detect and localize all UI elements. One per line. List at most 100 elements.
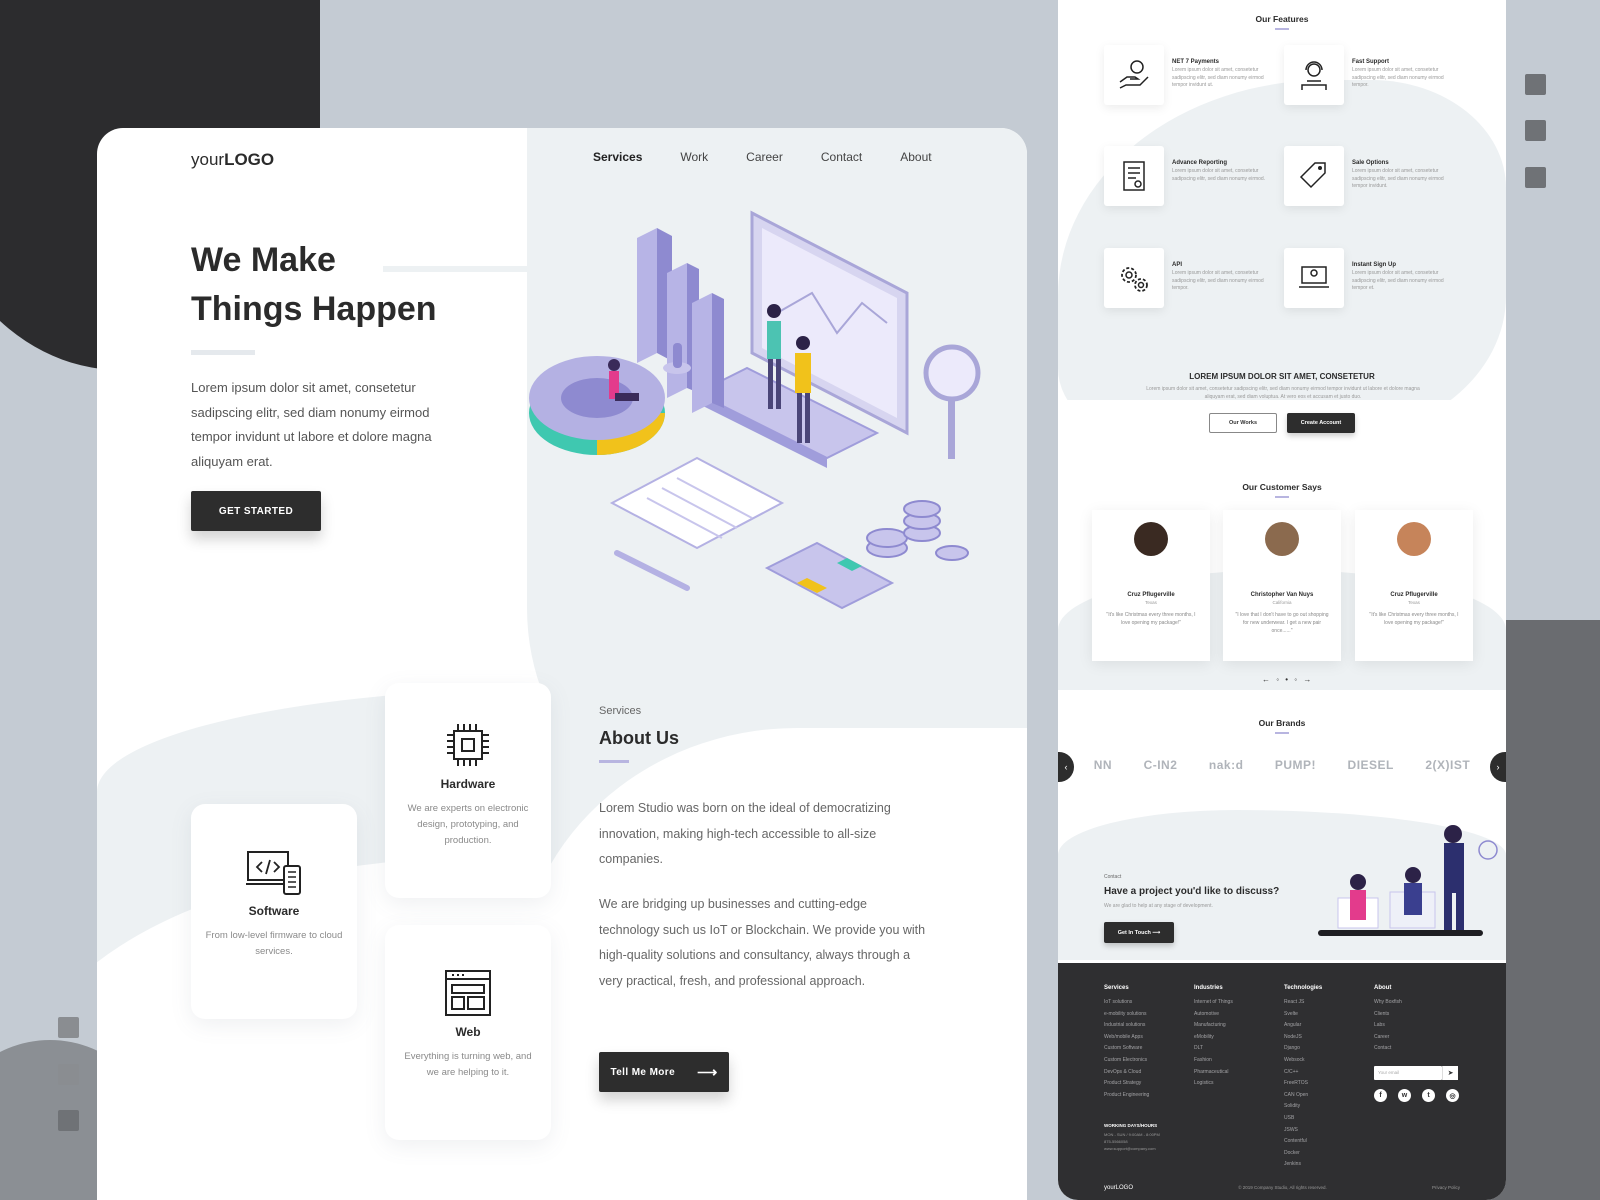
- footer-link[interactable]: DLT: [1194, 1043, 1233, 1055]
- about-paragraph-1: Lorem Studio was born on the ideal of de…: [599, 801, 891, 866]
- decor-square: [58, 1017, 79, 1038]
- browser-layout-icon: [445, 970, 491, 1016]
- tell-me-more-button[interactable]: Tell Me More ⟶: [599, 1052, 729, 1092]
- footer-link[interactable]: Product Strategy: [1104, 1078, 1149, 1090]
- footer-link[interactable]: DevOps & Cloud: [1104, 1067, 1149, 1079]
- feature-title: Advance Reporting: [1172, 160, 1228, 166]
- service-card-web[interactable]: Web Everything is turning web, and we ar…: [385, 925, 551, 1140]
- service-desc: Everything is turning web, and we are he…: [404, 1051, 532, 1078]
- feature-icon-box: [1284, 248, 1344, 308]
- feature-desc: Lorem ipsum dolor sit amet, consetetur s…: [1172, 67, 1264, 88]
- payment-hand-icon: [1119, 60, 1149, 89]
- feature-icon-box: [1104, 45, 1164, 105]
- footer-link[interactable]: Career: [1374, 1032, 1402, 1044]
- nav-services[interactable]: Services: [593, 150, 642, 164]
- footer-link[interactable]: React JS: [1284, 997, 1322, 1009]
- privacy-policy-link[interactable]: Privacy Policy: [1432, 1185, 1460, 1191]
- footer-link[interactable]: NodeJS: [1284, 1032, 1322, 1044]
- decor-square: [1525, 167, 1546, 188]
- testimonial-name: Cruz Pflugerville: [1127, 592, 1175, 598]
- service-title: Software: [248, 904, 300, 918]
- feature-item[interactable]: Sale Options Lorem ipsum dolor sit amet,…: [1284, 146, 1460, 210]
- footer-link[interactable]: Pharmaceutical: [1194, 1067, 1233, 1079]
- footer-link[interactable]: IoT solutions: [1104, 997, 1149, 1009]
- cta-title: LOREM IPSUM DOLOR SIT AMET, CONSETETUR: [1189, 372, 1375, 381]
- get-started-button[interactable]: GET STARTED: [191, 491, 321, 531]
- footer-link[interactable]: Automotive: [1194, 1009, 1233, 1021]
- footer-link[interactable]: USB: [1284, 1113, 1322, 1125]
- tell-me-more-label: Tell Me More: [610, 1066, 676, 1078]
- footer-link[interactable]: Labs: [1374, 1020, 1402, 1032]
- footer-link[interactable]: Angular: [1284, 1020, 1322, 1032]
- brand-logo: 2(X)IST: [1425, 758, 1471, 772]
- footer-link[interactable]: Solidity: [1284, 1101, 1322, 1113]
- footer-link[interactable]: Internet of Things: [1194, 997, 1233, 1009]
- brands-next-arrow[interactable]: ›: [1490, 752, 1506, 782]
- footer-link[interactable]: Jenkins: [1284, 1159, 1322, 1171]
- service-card-hardware[interactable]: Hardware We are experts on electronic de…: [385, 683, 551, 898]
- brand-logo: nak:d: [1208, 758, 1244, 772]
- footer-link[interactable]: Contact: [1374, 1043, 1402, 1055]
- create-account-button[interactable]: Create Account: [1287, 413, 1355, 433]
- nav-about[interactable]: About: [900, 150, 931, 164]
- feature-desc: Lorem ipsum dolor sit amet, consetetur s…: [1172, 270, 1264, 291]
- logo[interactable]: yourLOGO: [191, 150, 274, 170]
- footer-link[interactable]: Django: [1284, 1043, 1322, 1055]
- footer-link[interactable]: Svelte: [1284, 1009, 1322, 1021]
- nav-career[interactable]: Career: [746, 150, 783, 164]
- send-arrow-icon[interactable]: ➤: [1442, 1066, 1458, 1080]
- footer-link[interactable]: CAN Open: [1284, 1090, 1322, 1102]
- footer-logo[interactable]: yourLOGO: [1104, 1185, 1133, 1191]
- footer-link[interactable]: Logistics: [1194, 1078, 1233, 1090]
- footer-link[interactable]: Web/mobile Apps: [1104, 1032, 1149, 1044]
- testimonial-card: Cruz Pflugerville Texas "It's like Chris…: [1092, 510, 1210, 661]
- footer-link[interactable]: Contentful: [1284, 1136, 1322, 1148]
- feature-title: Fast Support: [1352, 59, 1389, 65]
- decor-square: [1525, 74, 1546, 95]
- footer-link[interactable]: eMobility: [1194, 1032, 1233, 1044]
- feature-item[interactable]: Instant Sign Up Lorem ipsum dolor sit am…: [1284, 248, 1460, 312]
- service-card-software[interactable]: Software From low-level firmware to clou…: [191, 804, 357, 1019]
- footer-heading: Services: [1104, 985, 1129, 991]
- footer-link[interactable]: Why Boxfish: [1374, 997, 1402, 1009]
- feature-icon-box: [1284, 146, 1344, 206]
- feature-item[interactable]: Fast Support Lorem ipsum dolor sit amet,…: [1284, 45, 1460, 109]
- footer-link[interactable]: Custom Software: [1104, 1043, 1149, 1055]
- footer-link[interactable]: FreeRTOS: [1284, 1078, 1322, 1090]
- footer-link[interactable]: Docker: [1284, 1148, 1322, 1160]
- testimonial-quote: "It's like Christmas every three months,…: [1106, 612, 1196, 626]
- testimonial-location: California: [1272, 600, 1292, 605]
- footer-link[interactable]: Fashion: [1194, 1055, 1233, 1067]
- facebook-icon[interactable]: f: [1374, 1089, 1387, 1102]
- testimonial-card: Christopher Van Nuys California "I love …: [1223, 510, 1341, 661]
- feature-title: NET 7 Payments: [1172, 59, 1220, 65]
- footer-link[interactable]: Product Engineering: [1104, 1090, 1149, 1102]
- feature-item[interactable]: NET 7 Payments Lorem ipsum dolor sit ame…: [1104, 45, 1280, 109]
- carousel-pagination[interactable]: ← ◦ • ◦ →: [1262, 675, 1313, 684]
- twitter-icon[interactable]: t: [1422, 1089, 1435, 1102]
- feature-title: API: [1172, 262, 1183, 268]
- footer-column-industries: Industries Internet of Things Automotive…: [1194, 985, 1233, 1090]
- feature-item[interactable]: Advance Reporting Lorem ipsum dolor sit …: [1104, 146, 1280, 210]
- footer-link[interactable]: Industrial solutions: [1104, 1020, 1149, 1032]
- our-works-button[interactable]: Our Works: [1209, 413, 1277, 433]
- footer-link[interactable]: Clients: [1374, 1009, 1402, 1021]
- feature-item[interactable]: API Lorem ipsum dolor sit amet, consetet…: [1104, 248, 1280, 312]
- about-title-underline: [599, 760, 629, 763]
- working-hours-title: WORKING DAYS/HOURS: [1104, 1123, 1158, 1128]
- newsletter-email-input[interactable]: Your email: [1374, 1066, 1442, 1080]
- footer-link[interactable]: Websock: [1284, 1055, 1322, 1067]
- footer-link[interactable]: C/C++: [1284, 1067, 1322, 1079]
- footer-link[interactable]: Custom Electronics: [1104, 1055, 1149, 1067]
- instagram-icon[interactable]: ◎: [1446, 1089, 1459, 1102]
- footer-link[interactable]: e-mobility solutions: [1104, 1009, 1149, 1021]
- contact-kicker: Contact: [1104, 874, 1122, 880]
- features-title: Our Features: [1058, 14, 1506, 30]
- footer-heading: Technologies: [1284, 985, 1323, 991]
- footer-link[interactable]: JSWS: [1284, 1125, 1322, 1137]
- footer-link[interactable]: Manufacturing: [1194, 1020, 1233, 1032]
- nav-contact[interactable]: Contact: [821, 150, 862, 164]
- get-in-touch-button[interactable]: Get In Touch ⟶: [1104, 922, 1174, 943]
- nav-work[interactable]: Work: [680, 150, 708, 164]
- whatsapp-icon[interactable]: w: [1398, 1089, 1411, 1102]
